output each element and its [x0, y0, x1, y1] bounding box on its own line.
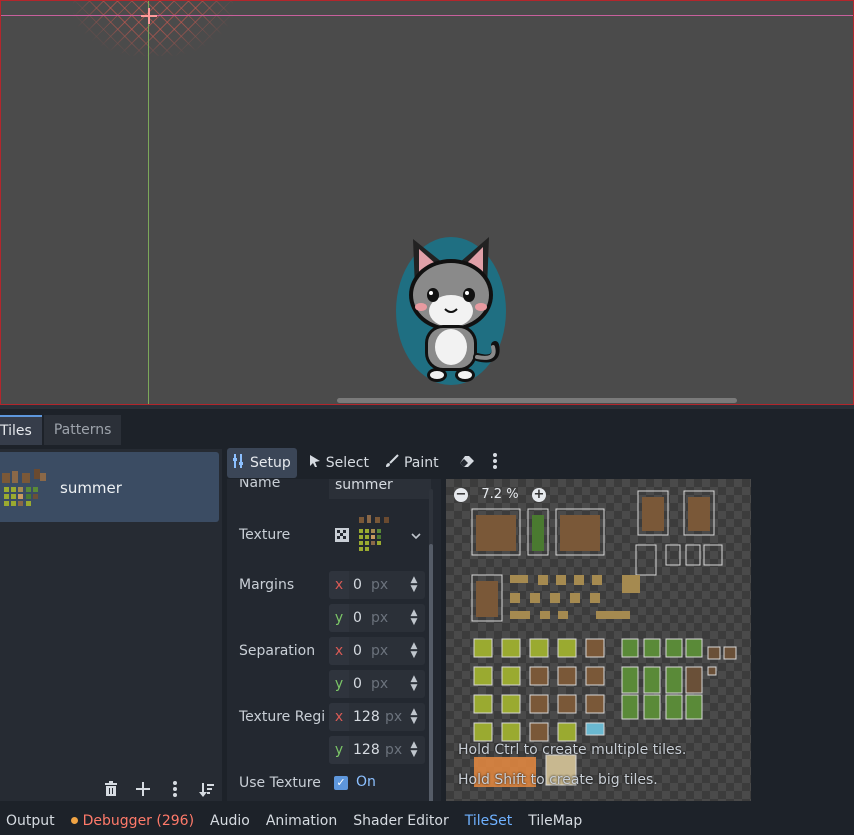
tab-debugger[interactable]: Debugger (296)	[70, 812, 195, 829]
use-texture-checkbox[interactable]: ✓	[334, 776, 348, 790]
axis-x-label: x	[329, 703, 349, 731]
sort-icon[interactable]	[196, 778, 218, 800]
debugger-label: Debugger (296)	[82, 812, 195, 829]
texture-region-y-field[interactable]: y 128 px ▲ ▼	[329, 736, 425, 764]
texture-preview	[359, 515, 389, 551]
tab-animation[interactable]: Animation	[266, 813, 337, 829]
atlas-mode-toolbar: Setup Select Paint	[227, 447, 503, 479]
cat-character-sprite[interactable]	[395, 229, 515, 389]
hint-ctrl: Hold Ctrl to create multiple tiles.	[458, 742, 687, 758]
separation-x-unit: px	[371, 643, 389, 659]
warning-dot-icon	[70, 816, 78, 824]
brush-icon	[385, 454, 399, 472]
wrench-icon	[233, 454, 245, 472]
separation-y-unit: px	[371, 676, 389, 692]
tileset-tabs: Tiles Patterns	[0, 415, 122, 445]
texture-icon	[335, 528, 349, 542]
texture-region-label: Texture Regi	[239, 709, 326, 725]
spin-arrows-icon[interactable]: ▲ ▼	[409, 609, 419, 627]
eraser-icon	[459, 454, 475, 472]
texture-picker[interactable]	[331, 515, 425, 559]
viewport-horizontal-scrollbar[interactable]	[337, 398, 737, 403]
spin-arrows-icon[interactable]: ▲ ▼	[409, 642, 419, 660]
margins-x-field[interactable]: x 0 px ▲ ▼	[329, 571, 425, 599]
separation-x-field[interactable]: x 0 px ▲ ▼	[329, 637, 425, 665]
margins-x-unit: px	[371, 577, 389, 593]
cursor-icon	[309, 454, 321, 472]
margins-y-value: 0	[353, 610, 362, 626]
zoom-in-icon[interactable]: +	[532, 487, 546, 502]
separation-label: Separation	[239, 643, 316, 659]
select-label: Select	[325, 455, 369, 471]
margins-y-field[interactable]: y 0 px ▲ ▼	[329, 604, 425, 632]
atlas-zoom-controls: − 7.2 % +	[454, 487, 546, 502]
atlas-source-inspector: Name summer Texture Margins x 0 px ▲ ▼ y…	[227, 479, 441, 801]
tile-atlas-view[interactable]: − 7.2 % + Hold Ctrl to create multiple t…	[446, 479, 751, 801]
atlas-more-button[interactable]	[487, 448, 503, 478]
use-texture-value: On	[356, 774, 376, 790]
chevron-down-icon[interactable]	[411, 528, 421, 544]
tab-tilemap[interactable]: TileMap	[528, 813, 582, 829]
separation-y-value: 0	[353, 676, 362, 692]
name-label: Name	[239, 479, 281, 491]
tile-sources-list: summer	[0, 449, 222, 801]
tab-audio[interactable]: Audio	[210, 813, 250, 829]
margins-x-value: 0	[353, 577, 362, 593]
tab-tileset[interactable]: TileSet	[465, 813, 513, 829]
paint-button[interactable]: Paint	[379, 448, 445, 478]
axis-x-label: x	[329, 637, 349, 665]
texture-region-x-value: 128	[353, 709, 380, 725]
eraser-button[interactable]	[453, 448, 481, 478]
x-axis-guide	[1, 15, 853, 16]
axis-y-label: y	[329, 670, 349, 698]
tab-tiles[interactable]: Tiles	[0, 415, 42, 445]
axis-y-label: y	[329, 604, 349, 632]
texture-region-y-unit: px	[385, 742, 403, 758]
texture-region-x-unit: px	[385, 709, 403, 725]
axis-y-label: y	[329, 736, 349, 764]
spin-arrows-icon[interactable]: ▲ ▼	[409, 708, 419, 726]
source-item-summer[interactable]: summer	[0, 452, 219, 522]
separation-y-field[interactable]: y 0 px ▲ ▼	[329, 670, 425, 698]
use-texture-label: Use Texture	[239, 775, 321, 791]
atlas-empty-area	[751, 479, 854, 801]
source-thumbnail	[2, 469, 46, 506]
zoom-out-icon[interactable]: −	[454, 487, 468, 502]
source-toolbar	[100, 778, 218, 800]
source-label: summer	[60, 479, 122, 497]
plus-icon[interactable]	[132, 778, 154, 800]
texture-region-x-field[interactable]: x 128 px ▲ ▼	[329, 703, 425, 731]
tab-patterns[interactable]: Patterns	[43, 415, 122, 445]
axis-x-label: x	[329, 571, 349, 599]
texture-label: Texture	[239, 527, 291, 543]
canvas-viewport[interactable]	[0, 0, 854, 405]
y-axis-guide	[148, 1, 149, 404]
bottom-panel-tabs: Output Debugger (296) Audio Animation Sh…	[0, 806, 854, 835]
name-field[interactable]: summer	[329, 479, 431, 499]
setup-button[interactable]: Setup	[227, 448, 297, 478]
tab-shader-editor[interactable]: Shader Editor	[353, 813, 448, 829]
spin-arrows-icon[interactable]: ▲ ▼	[409, 741, 419, 759]
zoom-level[interactable]: 7.2 %	[476, 487, 524, 502]
tab-output[interactable]: Output	[6, 813, 55, 829]
margins-label: Margins	[239, 577, 295, 593]
trash-icon[interactable]	[100, 778, 122, 800]
inspector-scrollbar[interactable]	[429, 489, 433, 801]
margins-y-unit: px	[371, 610, 389, 626]
setup-label: Setup	[250, 455, 291, 471]
kebab-menu-icon	[492, 453, 497, 473]
origin-crosshair-icon	[141, 8, 157, 24]
hint-shift: Hold Shift to create big tiles.	[458, 772, 658, 788]
spin-arrows-icon[interactable]: ▲ ▼	[409, 675, 419, 693]
paint-label: Paint	[403, 455, 439, 471]
kebab-menu-icon[interactable]	[164, 778, 186, 800]
separation-x-value: 0	[353, 643, 362, 659]
select-button[interactable]: Select	[303, 448, 375, 478]
texture-region-y-value: 128	[353, 742, 380, 758]
spin-arrows-icon[interactable]: ▲ ▼	[409, 576, 419, 594]
